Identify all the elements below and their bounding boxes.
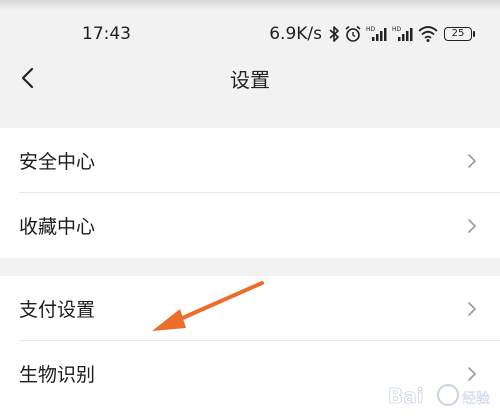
settings-item-favorites-center[interactable]: 收藏中心 (0, 193, 500, 258)
svg-text:HD: HD (366, 26, 376, 33)
battery-icon: 25 (444, 27, 475, 41)
signal-hd-icon: HD (366, 26, 387, 41)
status-indicators: 6.9K/s HD HD 25 (269, 22, 475, 46)
chevron-right-icon (468, 302, 476, 316)
chevron-right-icon (468, 154, 476, 168)
chevron-right-icon (468, 219, 476, 233)
nav-bar: 设置 (0, 54, 500, 102)
settings-item-label: 生物识别 (19, 364, 96, 386)
bluetooth-icon (329, 26, 339, 42)
settings-item-label: 支付设置 (19, 299, 96, 321)
signal-hd-icon: HD (392, 26, 413, 41)
page-title: 设置 (230, 68, 270, 92)
status-time: 17:43 (82, 24, 131, 44)
alarm-icon (345, 25, 361, 42)
settings-item-label: 收藏中心 (19, 216, 96, 238)
svg-text:Bai: Bai (388, 384, 424, 408)
settings-item-security-center[interactable]: 安全中心 (0, 128, 500, 193)
baidu-watermark-logo: Bai 经验 (388, 384, 491, 409)
svg-text:HD: HD (392, 26, 402, 33)
svg-text:经验: 经验 (462, 391, 490, 407)
settings-item-label: 安全中心 (19, 151, 96, 173)
settings-item-payment-settings[interactable]: 支付设置 (0, 276, 500, 341)
settings-group-security: 安全中心 收藏中心 (0, 128, 500, 258)
network-speed: 6.9K/s (269, 24, 322, 44)
top-shade (0, 0, 500, 10)
wifi-icon (418, 26, 438, 42)
status-bar: 17:43 6.9K/s HD HD 25 (0, 14, 500, 54)
